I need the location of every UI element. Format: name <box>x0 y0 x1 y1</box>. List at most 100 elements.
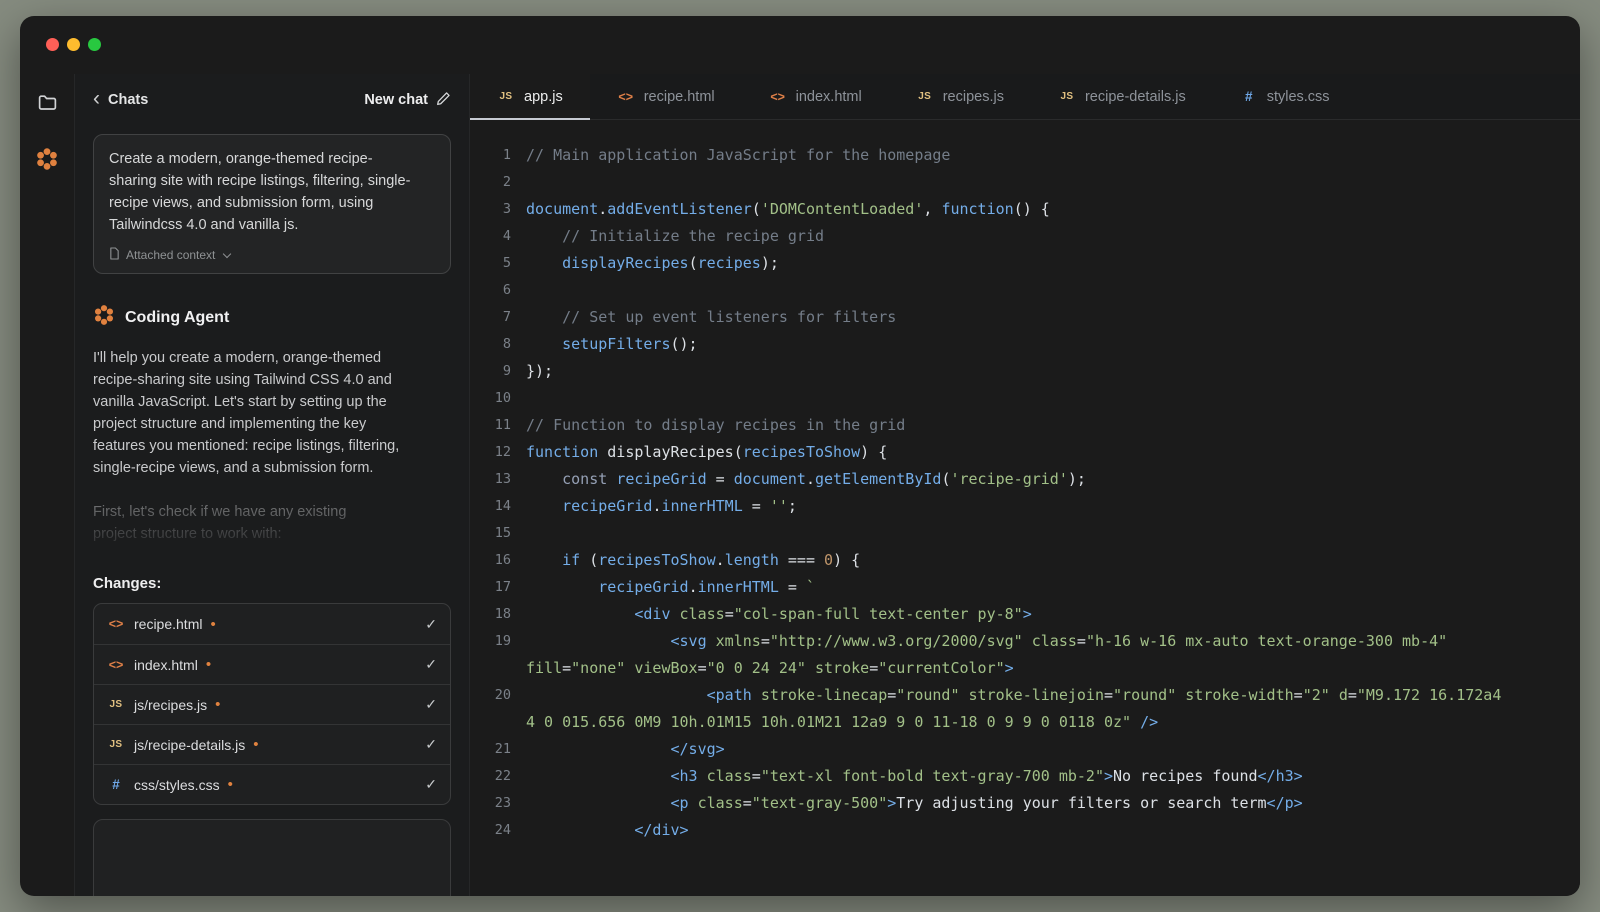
html-file-icon: <> <box>617 90 635 104</box>
code-line[interactable]: 20 <path stroke-linecap="round" stroke-l… <box>482 682 1580 736</box>
code-line[interactable]: 22 <h3 class="text-xl font-bold text-gra… <box>482 763 1580 790</box>
changed-file-name: css/styles.css <box>134 777 220 793</box>
js-file-icon: JS <box>916 91 934 102</box>
modified-dot: • <box>210 616 215 633</box>
code-line[interactable]: 21 </svg> <box>482 736 1580 763</box>
applied-check-icon[interactable]: ✓ <box>425 736 437 753</box>
window-titlebar <box>20 16 1580 74</box>
line-number: 16 <box>482 547 526 574</box>
code-text <box>526 169 1516 196</box>
window-zoom-button[interactable] <box>88 38 101 51</box>
line-number: 9 <box>482 358 526 385</box>
code-line[interactable]: 23 <p class="text-gray-500">Try adjustin… <box>482 790 1580 817</box>
agent-header: Coding Agent <box>93 304 451 331</box>
line-number: 4 <box>482 223 526 250</box>
tab-styles-css[interactable]: # styles.css <box>1213 74 1357 119</box>
code-text: // Function to display recipes in the gr… <box>526 412 1516 439</box>
code-line[interactable]: 2 <box>482 169 1580 196</box>
line-number: 1 <box>482 142 526 169</box>
tab-recipes-js[interactable]: JSrecipes.js <box>889 74 1031 119</box>
window-close-button[interactable] <box>46 38 59 51</box>
chat-header: ‹ Chats New chat <box>93 74 451 126</box>
code-line[interactable]: 16 if (recipesToShow.length === 0) { <box>482 547 1580 574</box>
code-line[interactable]: 3document.addEventListener('DOMContentLo… <box>482 196 1580 223</box>
code-line[interactable]: 12function displayRecipes(recipesToShow)… <box>482 439 1580 466</box>
file-icon <box>109 247 120 263</box>
code-line[interactable]: 5 displayRecipes(recipes); <box>482 250 1580 277</box>
line-number: 15 <box>482 520 526 547</box>
line-number: 20 <box>482 682 526 736</box>
js-file-icon: JS <box>497 91 515 102</box>
code-line[interactable]: 24 </div> <box>482 817 1580 844</box>
line-number: 5 <box>482 250 526 277</box>
code-line[interactable]: 17 recipeGrid.innerHTML = ` <box>482 574 1580 601</box>
line-number: 22 <box>482 763 526 790</box>
line-number: 11 <box>482 412 526 439</box>
code-line[interactable]: 10 <box>482 385 1580 412</box>
changed-file-css-styles-css[interactable]: #css/styles.css•✓ <box>94 764 450 804</box>
code-text: // Set up event listeners for filters <box>526 304 1516 331</box>
new-chat-label: New chat <box>364 92 428 108</box>
code-line[interactable]: 7 // Set up event listeners for filters <box>482 304 1580 331</box>
tab-recipe-details-js[interactable]: JSrecipe-details.js <box>1031 74 1213 119</box>
app-window: ‹ Chats New chat Create a modern, orange… <box>20 16 1580 896</box>
code-line[interactable]: 11// Function to display recipes in the … <box>482 412 1580 439</box>
changed-file-name: index.html <box>134 657 198 673</box>
line-number: 19 <box>482 628 526 682</box>
line-number: 17 <box>482 574 526 601</box>
code-text: recipeGrid.innerHTML = ''; <box>526 493 1516 520</box>
code-text <box>526 277 1516 304</box>
code-line[interactable]: 19 <svg xmlns="http://www.w3.org/2000/sv… <box>482 628 1580 682</box>
applied-check-icon[interactable]: ✓ <box>425 696 437 713</box>
line-number: 13 <box>482 466 526 493</box>
code-line[interactable]: 9}); <box>482 358 1580 385</box>
code-text: recipeGrid.innerHTML = ` <box>526 574 1516 601</box>
changes-heading: Changes: <box>93 575 451 592</box>
code-line[interactable]: 14 recipeGrid.innerHTML = ''; <box>482 493 1580 520</box>
agent-pending-text: First, let's check if we have any existi… <box>93 501 393 545</box>
agent-panel-button[interactable] <box>29 142 65 178</box>
code-line[interactable]: 15 <box>482 520 1580 547</box>
tab-index-html[interactable]: <>index.html <box>742 74 889 119</box>
code-text: // Main application JavaScript for the h… <box>526 142 1516 169</box>
code-line[interactable]: 8 setupFilters(); <box>482 331 1580 358</box>
modified-dot: • <box>253 736 258 753</box>
window-minimize-button[interactable] <box>67 38 80 51</box>
line-number: 18 <box>482 601 526 628</box>
code-text: // Initialize the recipe grid <box>526 223 1516 250</box>
applied-check-icon[interactable]: ✓ <box>425 776 437 793</box>
message-input[interactable] <box>93 819 451 896</box>
code-line[interactable]: 18 <div class="col-span-full text-center… <box>482 601 1580 628</box>
attached-context-toggle[interactable]: Attached context <box>109 247 435 263</box>
code-text: document.addEventListener('DOMContentLoa… <box>526 196 1516 223</box>
tab-label: styles.css <box>1267 89 1330 105</box>
html-file-icon: <> <box>107 658 125 672</box>
line-number: 24 <box>482 817 526 844</box>
code-line[interactable]: 4 // Initialize the recipe grid <box>482 223 1580 250</box>
project-panel-button[interactable] <box>29 86 65 122</box>
code-text <box>526 520 1516 547</box>
changed-file-recipe-html[interactable]: <>recipe.html•✓ <box>94 604 450 644</box>
applied-check-icon[interactable]: ✓ <box>425 616 437 633</box>
code-editor[interactable]: 1// Main application JavaScript for the … <box>470 120 1580 896</box>
changed-file-js-recipes-js[interactable]: JSjs/recipes.js•✓ <box>94 684 450 724</box>
code-text: const recipeGrid = document.getElementBy… <box>526 466 1516 493</box>
tab-label: recipe.html <box>644 89 715 105</box>
applied-check-icon[interactable]: ✓ <box>425 656 437 673</box>
code-text: }); <box>526 358 1516 385</box>
changed-file-js-recipe-details-js[interactable]: JSjs/recipe-details.js•✓ <box>94 724 450 764</box>
new-chat-button[interactable]: New chat <box>364 91 451 110</box>
code-line[interactable]: 1// Main application JavaScript for the … <box>482 142 1580 169</box>
agent-flower-icon <box>93 304 115 331</box>
line-number: 12 <box>482 439 526 466</box>
tab-recipe-html[interactable]: <> recipe.html <box>590 74 742 119</box>
js-file-icon: JS <box>107 739 125 750</box>
user-message: Create a modern, orange-themed recipe-sh… <box>93 134 451 274</box>
changed-file-index-html[interactable]: <>index.html•✓ <box>94 644 450 684</box>
css-file-icon: # <box>1240 89 1258 104</box>
code-line[interactable]: 13 const recipeGrid = document.getElemen… <box>482 466 1580 493</box>
chats-back-button[interactable]: ‹ Chats <box>93 91 148 109</box>
code-text: if (recipesToShow.length === 0) { <box>526 547 1516 574</box>
code-line[interactable]: 6 <box>482 277 1580 304</box>
tab-app-js[interactable]: JSapp.js <box>470 74 590 119</box>
